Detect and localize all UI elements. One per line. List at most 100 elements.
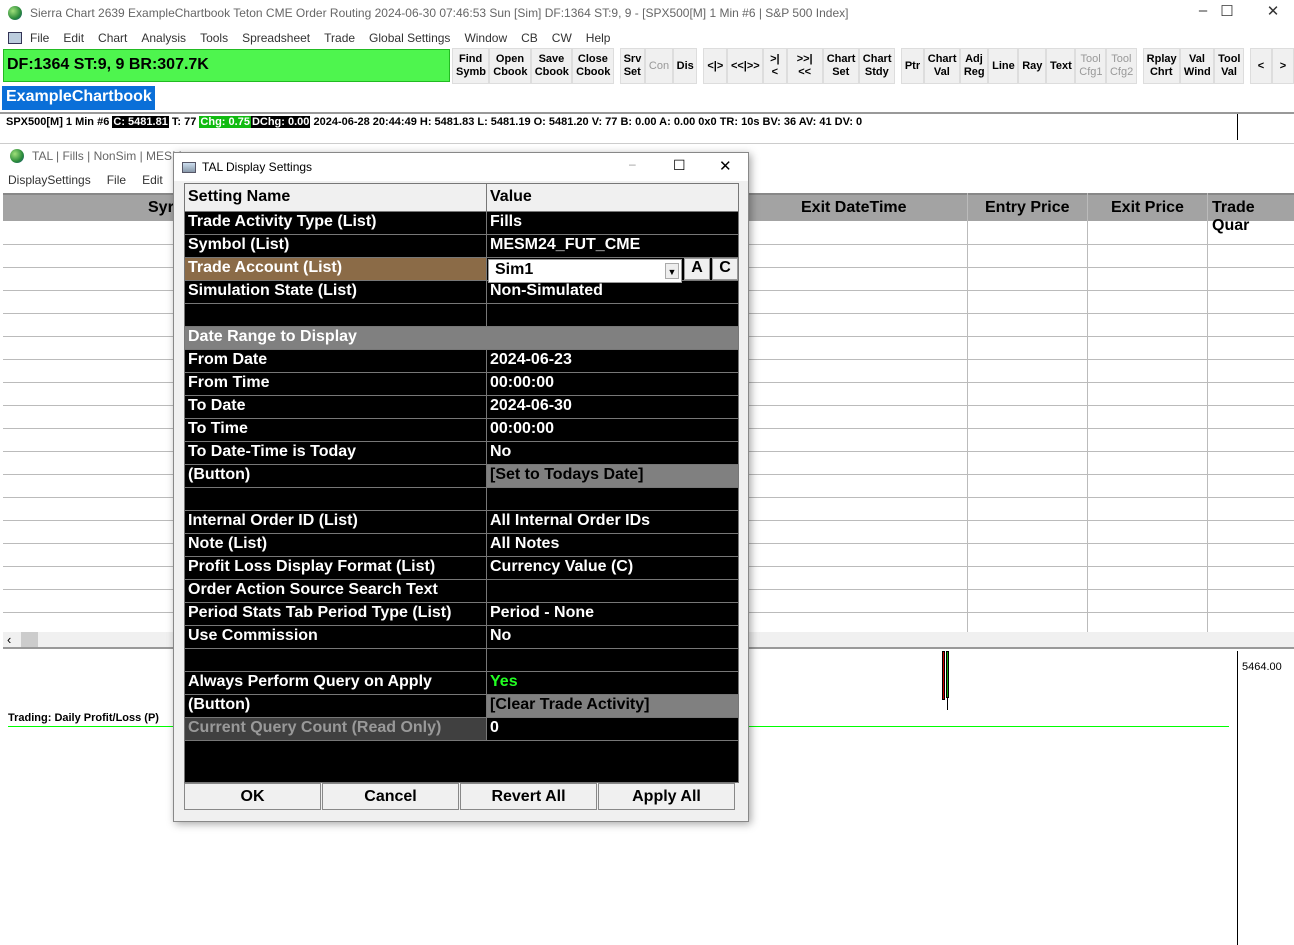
tal-menu-edit[interactable]: Edit xyxy=(142,173,163,187)
setting-row[interactable]: Profit Loss Display Format (List) Currenc… xyxy=(185,557,738,580)
toolbar-button-srvset[interactable]: Srv Set xyxy=(619,48,645,84)
menu-chart[interactable]: Chart xyxy=(98,31,127,45)
cancel-button[interactable]: Cancel xyxy=(322,783,459,810)
close-icon[interactable]: ✕ xyxy=(1253,2,1293,20)
revert-all-button[interactable]: Revert All xyxy=(460,783,597,810)
setting-value[interactable]: 00:00:00 xyxy=(487,419,738,441)
maximize-icon[interactable]: ☐ xyxy=(1207,2,1247,20)
setting-value[interactable]: Non-Simulated xyxy=(487,281,738,303)
col-entry-price[interactable]: Entry Price xyxy=(985,199,1069,217)
setting-value[interactable]: Sim1 ▼ A C xyxy=(487,258,738,283)
setting-row[interactable] xyxy=(185,304,738,327)
toolbar-button-chartval[interactable]: Chart Val xyxy=(923,48,960,84)
setting-row[interactable] xyxy=(185,649,738,672)
setting-row[interactable]: Simulation State (List) Non-Simulated xyxy=(185,281,738,304)
toolbar-button-[interactable]: <|> xyxy=(703,48,727,84)
setting-value[interactable]: 00:00:00 xyxy=(487,373,738,395)
col-trade-quantity[interactable]: Trade Quar xyxy=(1212,199,1294,235)
close-icon[interactable]: ✕ xyxy=(719,157,732,175)
menu-edit[interactable]: Edit xyxy=(63,31,84,45)
setting-value[interactable]: Yes xyxy=(487,672,738,694)
setting-row[interactable]: (Button) [Set to Todays Date] xyxy=(185,465,738,488)
setting-value[interactable]: No xyxy=(487,442,738,464)
setting-value[interactable]: [Set to Todays Date] xyxy=(487,465,738,487)
toolbar-button-line[interactable]: Line xyxy=(988,48,1019,84)
toolbar-button-opencbook[interactable]: Open Cbook xyxy=(489,48,531,84)
menu-spreadsheet[interactable]: Spreadsheet xyxy=(242,31,310,45)
tal-menu-file[interactable]: File xyxy=(107,173,126,187)
scroll-left-icon[interactable]: ‹ xyxy=(7,632,11,647)
toolbar-button-closecbook[interactable]: Close Cbook xyxy=(572,48,614,84)
toolbar-button-text[interactable]: Text xyxy=(1045,48,1076,84)
tab-example-chartbook[interactable]: ExampleChartbook xyxy=(2,86,155,110)
apply-all-button[interactable]: Apply All xyxy=(598,783,735,810)
setting-row[interactable]: (Button) [Clear Trade Activity] xyxy=(185,695,738,718)
setting-value[interactable] xyxy=(487,580,738,602)
setting-value[interactable]: All Internal Order IDs xyxy=(487,511,738,533)
menu-help[interactable]: Help xyxy=(586,31,611,45)
minimize-icon[interactable]: – xyxy=(629,157,636,171)
setting-row[interactable]: Date Range to Display xyxy=(185,327,738,350)
setting-value[interactable]: All Notes xyxy=(487,534,738,556)
setting-row[interactable]: Always Perform Query on Apply Yes xyxy=(185,672,738,695)
scroll-thumb[interactable] xyxy=(21,632,38,647)
toolbar-button-[interactable]: > xyxy=(1271,48,1294,84)
chevron-down-icon[interactable]: ▼ xyxy=(665,263,679,279)
setting-value[interactable]: MESM24_FUT_CME xyxy=(487,235,738,257)
setting-value[interactable]: 2024-06-30 xyxy=(487,396,738,418)
setting-value[interactable] xyxy=(487,304,738,326)
setting-value[interactable]: 2024-06-23 xyxy=(487,350,738,372)
menu-tools[interactable]: Tools xyxy=(200,31,228,45)
setting-row[interactable]: Period Stats Tab Period Type (List) Perio… xyxy=(185,603,738,626)
setting-row[interactable]: To Date-Time is Today No xyxy=(185,442,738,465)
setting-value[interactable] xyxy=(487,649,738,671)
menu-window[interactable]: Window xyxy=(464,31,507,45)
toolbar-button-savecbook[interactable]: Save Cbook xyxy=(530,48,573,84)
menu-trade[interactable]: Trade xyxy=(324,31,355,45)
setting-value[interactable]: No xyxy=(487,626,738,648)
setting-row[interactable]: Order Action Source Search Text xyxy=(185,580,738,603)
setting-row[interactable]: To Time 00:00:00 xyxy=(185,419,738,442)
setting-row[interactable]: To Date 2024-06-30 xyxy=(185,396,738,419)
toolbar-button-chartset[interactable]: Chart Set xyxy=(822,48,859,84)
combo-button-a[interactable]: A xyxy=(684,258,710,280)
menu-cb[interactable]: CB xyxy=(521,31,538,45)
toolbar-button-valwind[interactable]: Val Wind xyxy=(1179,48,1215,84)
setting-value[interactable]: Currency Value (C) xyxy=(487,557,738,579)
setting-value[interactable]: Fills xyxy=(487,212,738,234)
menu-file[interactable]: File xyxy=(30,31,49,45)
col-exit-datetime[interactable]: Exit DateTime xyxy=(801,199,907,217)
trade-account-combo[interactable]: Sim1 ▼ xyxy=(488,259,682,283)
setting-value[interactable] xyxy=(487,488,738,510)
setting-row[interactable] xyxy=(185,488,738,511)
app-menu-icon[interactable] xyxy=(8,31,22,44)
toolbar-button-rplaychrt[interactable]: Rplay Chrt xyxy=(1142,48,1180,84)
setting-row[interactable]: From Date 2024-06-23 xyxy=(185,350,738,373)
toolbar-button-[interactable]: >|< xyxy=(763,48,787,84)
ok-button[interactable]: OK xyxy=(184,783,321,810)
setting-row[interactable]: From Time 00:00:00 xyxy=(185,373,738,396)
setting-row[interactable]: Trade Account (List) Sim1 ▼ A C xyxy=(185,258,738,283)
setting-row[interactable]: Trade Activity Type (List) Fills xyxy=(185,212,738,235)
toolbar-button-toolcfg2[interactable]: Tool Cfg2 xyxy=(1105,48,1137,84)
toolbar-button-toolval[interactable]: Tool Val xyxy=(1214,48,1244,84)
col-exit-price[interactable]: Exit Price xyxy=(1111,199,1184,217)
toolbar-button-chartstdy[interactable]: Chart Stdy xyxy=(858,48,895,84)
combo-button-c[interactable]: C xyxy=(712,258,738,280)
toolbar-button-findsymb[interactable]: Find Symb xyxy=(452,48,490,84)
toolbar-button-dis[interactable]: Dis xyxy=(672,48,698,84)
setting-row[interactable]: Internal Order ID (List) All Internal Ord… xyxy=(185,511,738,534)
toolbar-button-ptr[interactable]: Ptr xyxy=(900,48,924,84)
toolbar-button-[interactable]: < xyxy=(1249,48,1272,84)
toolbar-button-[interactable]: >>|<< xyxy=(786,48,823,84)
setting-row[interactable]: Use Commission No xyxy=(185,626,738,649)
toolbar-button-ray[interactable]: Ray xyxy=(1018,48,1046,84)
setting-value[interactable]: [Clear Trade Activity] xyxy=(487,695,738,717)
col-symbol[interactable]: Syr xyxy=(148,199,174,217)
setting-value[interactable]: Period - None xyxy=(487,603,738,625)
toolbar-button-con[interactable]: Con xyxy=(644,48,673,84)
setting-row[interactable]: Note (List) All Notes xyxy=(185,534,738,557)
menu-global-settings[interactable]: Global Settings xyxy=(369,31,450,45)
menu-cw[interactable]: CW xyxy=(552,31,572,45)
menu-analysis[interactable]: Analysis xyxy=(141,31,186,45)
